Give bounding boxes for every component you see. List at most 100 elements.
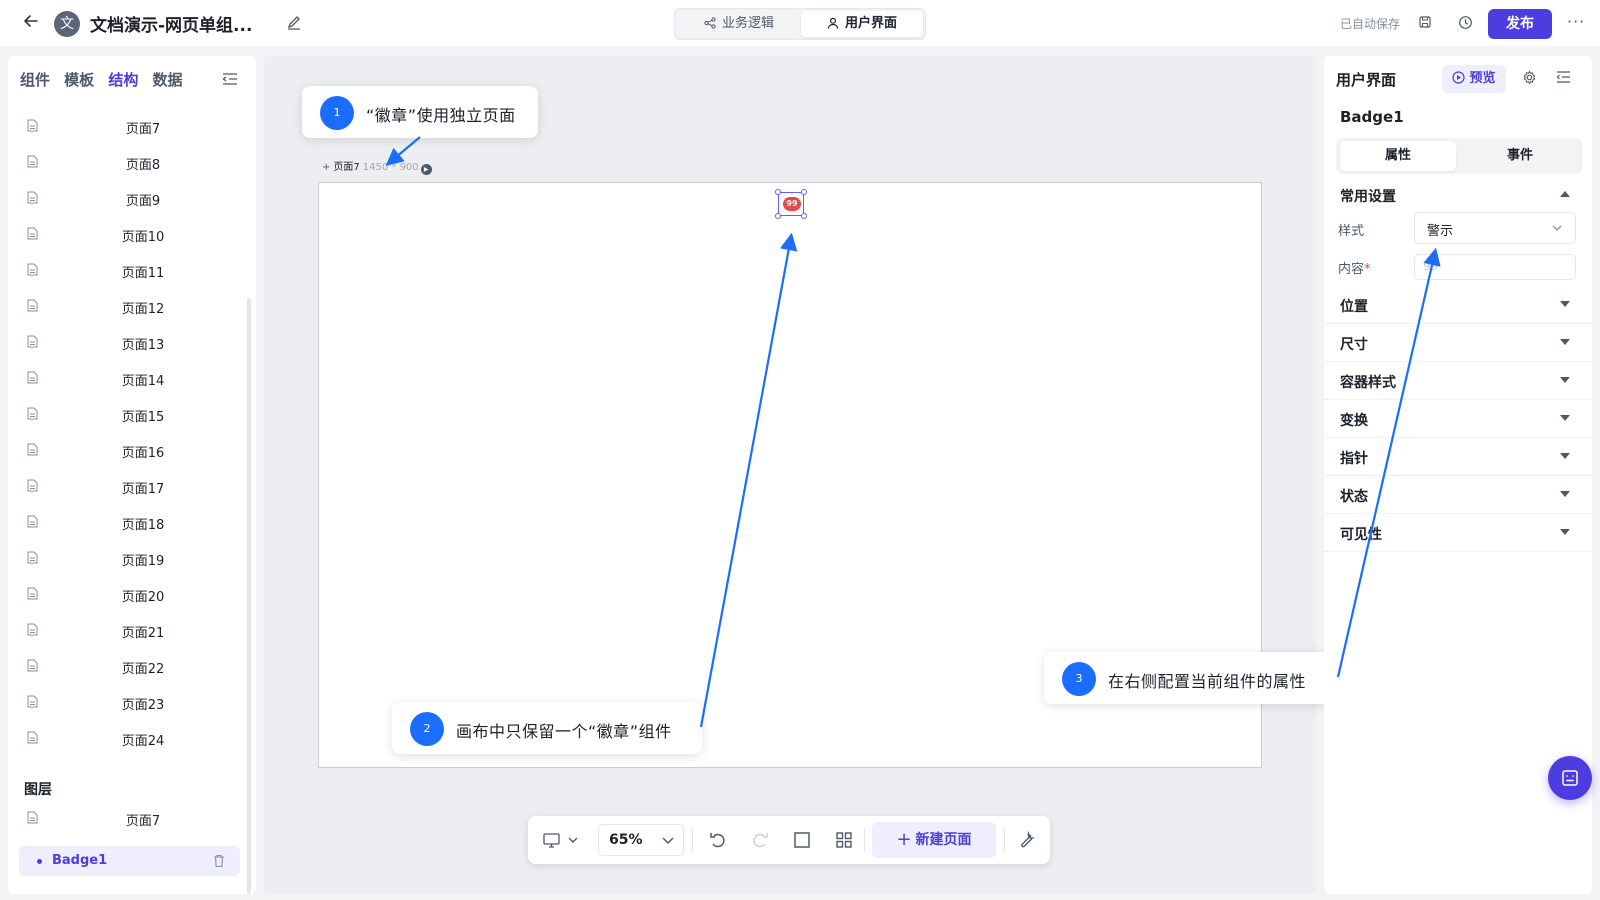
page-list-item[interactable]: 页面16 (8, 432, 248, 468)
section-row[interactable]: 变换 (1324, 400, 1592, 438)
content-input[interactable]: 99 (1414, 254, 1576, 280)
page-list-item[interactable]: 页面22 (8, 648, 248, 684)
bottom-toolbar: 65% + 新建页面 (528, 816, 1050, 864)
page-list-item-label: 页面17 (121, 482, 165, 497)
page-list-item[interactable]: 页面20 (8, 576, 248, 612)
caret-down-icon (1560, 453, 1570, 459)
layers-title: 图层 (24, 782, 52, 798)
zoom-select[interactable]: 65% (598, 824, 684, 856)
save-icon[interactable] (1418, 15, 1434, 31)
tab-events[interactable]: 事件 (1462, 141, 1578, 171)
assistant-button[interactable] (1548, 756, 1592, 800)
section-label: 状态 (1340, 489, 1368, 505)
page-list-item-label: 页面10 (121, 230, 165, 245)
layer-item-badge[interactable]: Badge1 (19, 846, 240, 876)
resize-handle[interactable] (775, 213, 781, 219)
layer-item-page[interactable]: 页面7 (8, 800, 248, 836)
frame-icon[interactable] (790, 828, 814, 852)
page-list-item[interactable]: 页面14 (8, 360, 248, 396)
page-list-item[interactable]: 页面17 (8, 468, 248, 504)
outline-icon[interactable] (1556, 70, 1572, 86)
page-list-item[interactable]: 页面8 (8, 144, 248, 180)
back-icon[interactable] (20, 12, 42, 34)
section-row[interactable]: 可见性 (1324, 514, 1592, 552)
more-options-icon[interactable]: ··· (1567, 12, 1585, 31)
page-list-item-label: 页面21 (121, 626, 165, 641)
add-icon[interactable]: + (322, 162, 330, 173)
tab-business-logic[interactable]: 业务逻辑 (679, 11, 799, 37)
artboard-name[interactable]: 页面7 (333, 162, 359, 173)
section-common-settings[interactable]: 常用设置 (1324, 176, 1592, 214)
callout-text: 画布中只保留一个“徽章”组件 (456, 722, 672, 741)
section-row[interactable]: 指针 (1324, 438, 1592, 476)
page-list-item[interactable]: 页面24 (8, 720, 248, 756)
page-list-item[interactable]: 页面11 (8, 252, 248, 288)
style-select[interactable]: 警示 (1414, 212, 1576, 244)
section-row[interactable]: 位置 (1324, 286, 1592, 324)
resize-handle[interactable] (801, 213, 807, 219)
badge-component[interactable]: 99 (783, 197, 801, 211)
section-row[interactable]: 状态 (1324, 476, 1592, 514)
page-list-item[interactable]: 页面18 (8, 504, 248, 540)
settings-icon[interactable] (1522, 70, 1538, 86)
page-list-item[interactable]: 页面13 (8, 324, 248, 360)
layer-dot-icon (37, 859, 42, 864)
history-icon[interactable] (1458, 15, 1474, 31)
preview-label: 预览 (1469, 71, 1496, 86)
resize-handle[interactable] (801, 189, 807, 195)
tab-user-interface[interactable]: 用户界面 (801, 11, 923, 37)
section-row[interactable]: 容器样式 (1324, 362, 1592, 400)
play-circle-icon (1452, 71, 1466, 84)
page-list-item[interactable]: 页面7 (8, 108, 248, 144)
page-list-item-label: 页面11 (121, 266, 165, 281)
collapse-panel-icon[interactable] (222, 72, 238, 86)
trash-icon[interactable] (213, 854, 225, 868)
grid-icon[interactable] (832, 828, 856, 852)
assistant-icon (1562, 770, 1578, 786)
play-icon[interactable]: ▶ (420, 164, 432, 175)
undo-icon[interactable] (706, 828, 730, 852)
redo-icon[interactable] (748, 828, 772, 852)
page-list-item-label: 页面14 (121, 374, 165, 389)
tab-properties[interactable]: 属性 (1340, 141, 1456, 171)
tab-data[interactable]: 数据 (152, 69, 182, 90)
tab-components[interactable]: 组件 (20, 69, 50, 90)
page-list-item[interactable]: 页面19 (8, 540, 248, 576)
zoom-value: 65% (609, 832, 643, 848)
resize-handle[interactable] (775, 189, 781, 195)
callout-text: “徽章”使用独立页面 (366, 106, 516, 125)
new-page-button[interactable]: + 新建页面 (872, 822, 996, 858)
page-list-item[interactable]: 页面15 (8, 396, 248, 432)
page-list-item[interactable]: 页面23 (8, 684, 248, 720)
callout-1: 1 “徽章”使用独立页面 (302, 86, 538, 138)
caret-down-icon (1560, 377, 1570, 383)
mode-switch: 业务逻辑 用户界面 (674, 8, 926, 40)
tab-templates[interactable]: 模板 (64, 69, 94, 90)
badge-selection[interactable]: 99 (775, 189, 807, 219)
document-icon (27, 623, 38, 636)
toolbar-divider (864, 828, 865, 852)
callout-number: 3 (1062, 662, 1096, 696)
device-select[interactable] (542, 828, 582, 852)
document-icon (27, 191, 38, 204)
section-label: 尺寸 (1340, 337, 1368, 353)
callout-2: 2 画布中只保留一个“徽章”组件 (392, 702, 702, 754)
document-icon (27, 335, 38, 348)
document-icon (27, 119, 38, 132)
preview-button[interactable]: 预览 (1442, 65, 1506, 93)
page-list-item[interactable]: 页面12 (8, 288, 248, 324)
page-list-item[interactable]: 页面10 (8, 216, 248, 252)
scrollbar[interactable] (247, 298, 251, 894)
chevron-down-icon (1552, 225, 1562, 231)
edit-icon[interactable] (286, 14, 304, 32)
document-icon (27, 227, 38, 240)
top-bar: 文 文档演示-网页单组... 业务逻辑 用户界面 已自动保存 发布 ··· (0, 0, 1600, 46)
page-list-item[interactable]: 页面21 (8, 612, 248, 648)
app-title: 文档演示-网页单组... (90, 16, 253, 36)
publish-button[interactable]: 发布 (1488, 9, 1552, 39)
page-list-item[interactable]: 页面9 (8, 180, 248, 216)
wrench-icon[interactable] (1014, 828, 1038, 852)
properties-title: 用户界面 (1336, 71, 1397, 89)
tab-structure[interactable]: 结构 (108, 69, 138, 90)
section-row[interactable]: 尺寸 (1324, 324, 1592, 362)
